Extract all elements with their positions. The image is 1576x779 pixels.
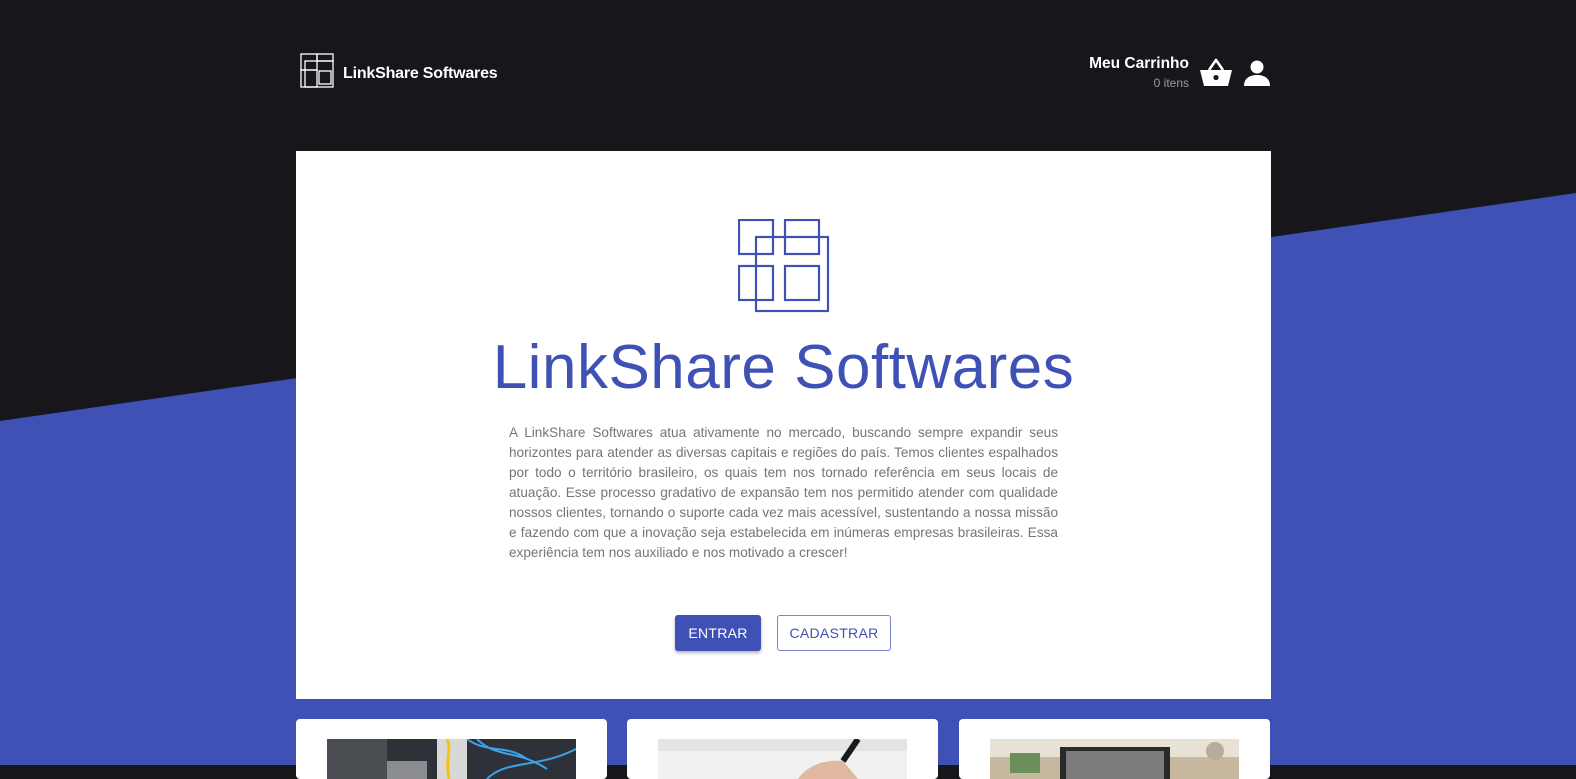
product-card[interactable] (627, 719, 938, 779)
company-description: A LinkShare Softwares atua ativamente no… (509, 425, 1058, 560)
product-card[interactable] (959, 719, 1270, 779)
grid-logo-icon (300, 53, 336, 94)
desk-laptop-photo (990, 739, 1239, 779)
brand-name: LinkShare Softwares (343, 64, 498, 82)
network-cables-photo (327, 739, 576, 779)
hero-card: LinkShare Softwares A LinkShare Software… (296, 151, 1271, 699)
cart-item-count: 0 itens (1153, 76, 1189, 90)
top-header: LinkShare Softwares Meu Carrinho 0 itens (296, 50, 1271, 100)
hand-writing-photo (658, 739, 907, 779)
brand-link[interactable]: LinkShare Softwares (300, 53, 498, 94)
cart-title: Meu Carrinho (1089, 55, 1189, 72)
user-account-icon[interactable] (1243, 59, 1271, 87)
page-title: LinkShare Softwares (492, 333, 1075, 402)
cart-area: Meu Carrinho 0 itens (1089, 54, 1271, 92)
cart-summary[interactable]: Meu Carrinho 0 itens (1089, 54, 1189, 92)
login-button[interactable]: ENTRAR (675, 615, 761, 651)
product-card[interactable] (296, 719, 607, 779)
grid-logo-icon (737, 218, 830, 318)
register-button[interactable]: CADASTRAR (777, 615, 891, 651)
shopping-basket-icon[interactable] (1199, 58, 1233, 88)
